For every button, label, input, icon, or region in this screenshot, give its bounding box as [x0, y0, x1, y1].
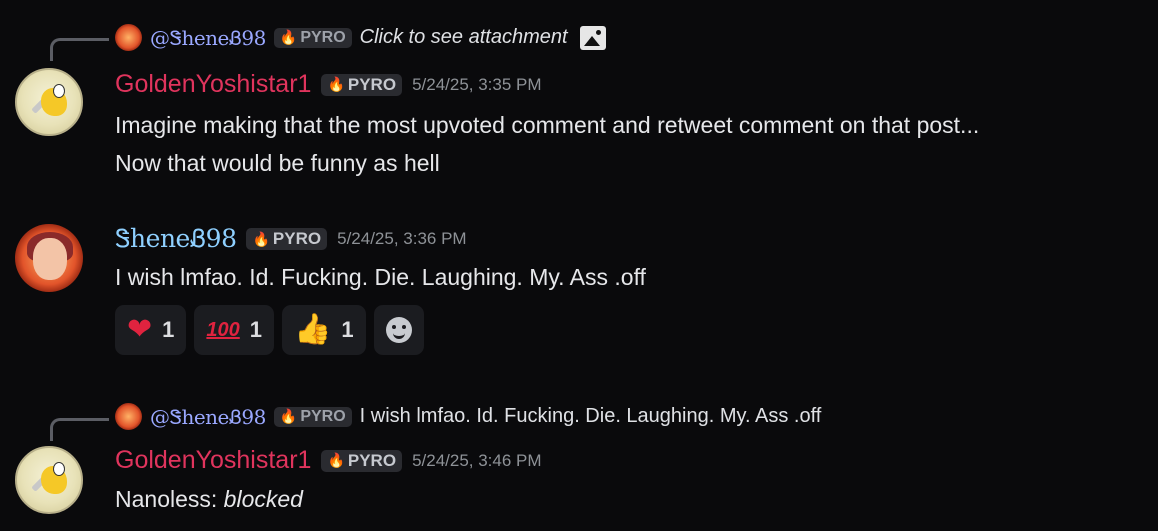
- avatar[interactable]: [15, 68, 83, 136]
- flame-icon: 🔥: [279, 408, 298, 424]
- reaction-bar: ❤ 1 100 1 👍 1: [115, 305, 424, 355]
- reply-preview[interactable]: @ᏕheneᏰ98 🔥 PYRO Click to see attachment: [115, 24, 606, 51]
- username[interactable]: GoldenYoshistar1: [115, 70, 311, 99]
- avatar: [115, 24, 142, 51]
- role-tag: 🔥 PYRO: [273, 406, 352, 427]
- message-content: Imagine making that the most upvoted com…: [115, 106, 979, 182]
- role-tag: 🔥 PYRO: [273, 27, 352, 48]
- timestamp[interactable]: 5/24/25, 3:35 PM: [412, 75, 541, 95]
- role-tag[interactable]: 🔥 PYRO: [246, 228, 328, 250]
- timestamp[interactable]: 5/24/25, 3:36 PM: [337, 229, 466, 249]
- message-content: Nanoless: blocked: [115, 480, 303, 518]
- timestamp[interactable]: 5/24/25, 3:46 PM: [412, 451, 541, 471]
- reply-connector: [50, 38, 109, 61]
- reaction-heart[interactable]: ❤ 1: [115, 305, 187, 355]
- flame-icon: 🔥: [279, 29, 298, 45]
- role-tag[interactable]: 🔥 PYRO: [321, 73, 403, 96]
- reaction-thumbs-up[interactable]: 👍 1: [282, 305, 366, 355]
- image-icon[interactable]: [579, 25, 606, 50]
- thumbs-up-icon: 👍: [294, 313, 332, 346]
- eye-shape: [53, 84, 65, 98]
- message-line: I wish lmfao. Id. Fucking. Die. Laughing…: [115, 264, 646, 290]
- username[interactable]: GoldenYoshistar1: [115, 446, 311, 475]
- reply-preview[interactable]: @ᏕheneᏰ98 🔥 PYRO I wish lmfao. Id. Fuckin…: [115, 403, 821, 430]
- flame-icon: 🔥: [327, 452, 345, 468]
- message-header: GoldenYoshistar1 🔥 PYRO 5/24/25, 3:46 PM: [115, 446, 542, 475]
- message-line: Imagine making that the most upvoted com…: [115, 112, 980, 138]
- username[interactable]: ᏕheneᏰ98: [115, 224, 237, 254]
- reply-mention[interactable]: @ᏕheneᏰ98: [150, 26, 266, 50]
- message-content: I wish lmfao. Id. Fucking. Die. Laughing…: [115, 258, 646, 296]
- message-text: Nanoless:: [115, 486, 224, 512]
- flame-icon: 🔥: [252, 230, 270, 247]
- role-tag[interactable]: 🔥 PYRO: [321, 449, 403, 472]
- avatar[interactable]: [15, 224, 83, 292]
- reply-mention[interactable]: @ᏕheneᏰ98: [150, 405, 266, 429]
- avatar[interactable]: [15, 446, 83, 514]
- message-header: ᏕheneᏰ98 🔥 PYRO 5/24/25, 3:36 PM: [115, 224, 467, 254]
- add-reaction-button[interactable]: [373, 305, 424, 355]
- reply-preview-text[interactable]: I wish lmfao. Id. Fucking. Die. Laughing…: [360, 405, 822, 428]
- message-emphasis: blocked: [223, 486, 303, 512]
- reaction-count: 1: [341, 317, 354, 342]
- message-header: GoldenYoshistar1 🔥 PYRO 5/24/25, 3:35 PM: [115, 70, 542, 99]
- reaction-count: 1: [249, 317, 263, 342]
- smile-icon: [385, 317, 412, 343]
- flame-icon: 🔥: [327, 76, 345, 92]
- eye-shape: [53, 462, 65, 476]
- reaction-count: 1: [162, 317, 175, 342]
- reaction-hundred[interactable]: 100 1: [194, 305, 275, 355]
- reply-preview-text[interactable]: Click to see attachment: [360, 26, 568, 49]
- reply-connector: [50, 418, 109, 441]
- heart-icon: ❤: [127, 313, 153, 346]
- message-line: Now that would be funny as hell: [115, 150, 440, 176]
- avatar: [115, 403, 142, 430]
- hundred-icon: 100: [206, 318, 240, 341]
- face-shape: [33, 238, 67, 280]
